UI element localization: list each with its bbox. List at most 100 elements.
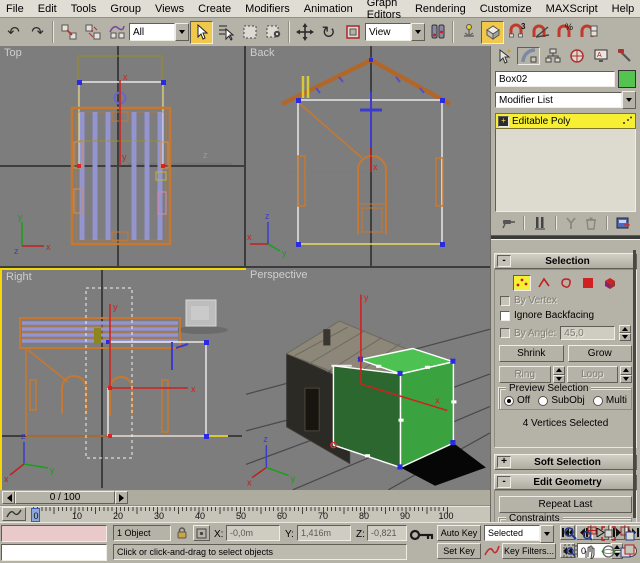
redo-icon[interactable]: ↷ bbox=[26, 21, 49, 44]
menu-edit[interactable]: Edit bbox=[38, 3, 57, 15]
menu-animation[interactable]: Animation bbox=[304, 3, 353, 15]
menu-tools[interactable]: Tools bbox=[71, 3, 97, 15]
time-slider-track[interactable]: 0 / 100 bbox=[0, 490, 490, 506]
remove-modifier-icon[interactable] bbox=[584, 215, 598, 231]
subobject-element-icon[interactable] bbox=[601, 275, 619, 291]
angle-snap-protractor-icon[interactable] bbox=[529, 21, 552, 44]
repeat-last-button[interactable]: Repeat Last bbox=[499, 496, 632, 513]
by-angle-checkbox[interactable] bbox=[500, 328, 510, 338]
dropdown-arrow-icon[interactable] bbox=[411, 23, 425, 41]
preview-subobj-radio[interactable] bbox=[538, 395, 549, 406]
menu-graph-editors[interactable]: Graph Editors bbox=[367, 0, 401, 21]
viewport-right-label[interactable]: Right bbox=[6, 271, 32, 283]
ring-button[interactable]: Ring bbox=[499, 366, 551, 383]
viewport-back-label[interactable]: Back bbox=[250, 47, 274, 59]
viewport-back[interactable]: Back x z x y bbox=[246, 46, 490, 266]
menu-file[interactable]: File bbox=[6, 3, 24, 15]
prev-frame-arrow-icon[interactable] bbox=[2, 491, 15, 504]
subobject-vertex-icon[interactable] bbox=[512, 275, 531, 291]
time-slider[interactable]: 0 / 100 bbox=[2, 491, 128, 504]
rectangular-selection-region-icon[interactable] bbox=[238, 21, 261, 44]
tab-motion-icon[interactable] bbox=[565, 47, 588, 65]
modifier-stack-item-editable-poly[interactable]: + Editable Poly bbox=[495, 113, 636, 129]
rollout-edit-geometry-header[interactable]: - Edit Geometry bbox=[494, 474, 637, 490]
select-and-move-icon[interactable] bbox=[293, 21, 316, 44]
menu-help[interactable]: Help bbox=[612, 3, 635, 15]
z-coord-field[interactable]: -0,821 bbox=[367, 525, 407, 541]
zoom-icon[interactable] bbox=[563, 526, 578, 541]
menu-rendering[interactable]: Rendering bbox=[415, 3, 466, 15]
select-by-name-icon[interactable] bbox=[214, 21, 237, 44]
set-keys-key-icon[interactable] bbox=[409, 527, 435, 545]
rollout-soft-selection-header[interactable]: + Soft Selection bbox=[494, 454, 637, 470]
modifier-stack-list[interactable] bbox=[495, 129, 636, 212]
viewport-perspective-label[interactable]: Perspective bbox=[250, 269, 307, 281]
select-and-link-icon[interactable] bbox=[57, 21, 80, 44]
collapse-icon[interactable]: - bbox=[497, 476, 511, 488]
default-tangent-icon[interactable] bbox=[484, 544, 500, 558]
selection-set-dropdown[interactable]: Selected bbox=[484, 525, 554, 543]
select-and-rotate-icon[interactable]: ↻ bbox=[317, 21, 340, 44]
zoom-extents-icon[interactable] bbox=[601, 526, 616, 541]
rollout-selection-header[interactable]: - Selection bbox=[494, 253, 637, 269]
absolute-mode-toggle-icon[interactable] bbox=[193, 525, 210, 541]
shrink-button[interactable]: Shrink bbox=[499, 345, 564, 362]
minmax-viewport-toggle-icon[interactable] bbox=[620, 544, 635, 559]
tab-hierarchy-icon[interactable] bbox=[541, 47, 564, 65]
preview-multi-radio[interactable] bbox=[592, 395, 603, 406]
undo-icon[interactable]: ↶ bbox=[2, 21, 25, 44]
menu-customize[interactable]: Customize bbox=[480, 3, 532, 15]
subobject-edge-icon[interactable] bbox=[535, 275, 553, 291]
menu-maxscript[interactable]: MAXScript bbox=[546, 3, 598, 15]
window-crossing-icon[interactable] bbox=[262, 21, 285, 44]
bind-to-space-warp-icon[interactable] bbox=[105, 21, 128, 44]
zoom-region-icon[interactable] bbox=[563, 544, 578, 559]
dropdown-arrow-icon[interactable] bbox=[622, 91, 636, 109]
zoom-all-icon[interactable] bbox=[582, 526, 597, 541]
select-object-icon[interactable] bbox=[190, 20, 213, 44]
pan-icon[interactable] bbox=[582, 544, 597, 559]
subobject-polygon-icon[interactable] bbox=[579, 275, 597, 291]
object-name-field[interactable]: Box02 bbox=[495, 71, 615, 87]
viewport-top[interactable]: Top z x y y x z bbox=[0, 46, 244, 266]
by-vertex-checkbox[interactable] bbox=[500, 295, 510, 306]
make-unique-icon[interactable] bbox=[564, 215, 578, 231]
selection-filter-dropdown[interactable]: All bbox=[129, 23, 189, 41]
grow-button[interactable]: Grow bbox=[567, 345, 632, 362]
arc-rotate-icon[interactable] bbox=[601, 544, 616, 559]
use-pivot-point-center-icon[interactable] bbox=[426, 21, 449, 44]
pin-stack-icon[interactable] bbox=[500, 215, 516, 231]
spinner-snap-toggle-icon[interactable] bbox=[577, 21, 600, 44]
selection-lock-icon[interactable] bbox=[175, 526, 189, 540]
x-coord-field[interactable]: -0,0m bbox=[226, 525, 280, 541]
tab-create-icon[interactable] bbox=[493, 47, 516, 65]
menu-group[interactable]: Group bbox=[110, 3, 141, 15]
dropdown-arrow-icon[interactable] bbox=[175, 23, 189, 41]
viewport-perspective[interactable]: Perspective y x z x y bbox=[246, 268, 490, 490]
viewport-right-active[interactable]: Right y x z x y bbox=[0, 268, 248, 494]
loop-button[interactable]: Loop bbox=[566, 366, 618, 383]
subobject-border-icon[interactable] bbox=[557, 275, 575, 291]
expand-icon[interactable]: + bbox=[497, 456, 511, 468]
viewport-top-label[interactable]: Top bbox=[4, 47, 22, 59]
menu-modifiers[interactable]: Modifiers bbox=[245, 3, 290, 15]
loop-spinner[interactable] bbox=[620, 366, 632, 383]
unlink-selection-icon[interactable] bbox=[81, 21, 104, 44]
track-bar[interactable]: 0 10 20 30 40 50 60 70 80 90 100 bbox=[0, 506, 490, 523]
expand-icon[interactable]: + bbox=[498, 115, 509, 127]
by-angle-spinner[interactable] bbox=[619, 325, 631, 341]
collapse-icon[interactable]: - bbox=[497, 255, 511, 267]
menu-views[interactable]: Views bbox=[155, 3, 184, 15]
auto-key-button[interactable]: Auto Key bbox=[437, 525, 481, 541]
snaps-toggle-icon[interactable] bbox=[481, 20, 504, 44]
object-color-swatch[interactable] bbox=[618, 70, 636, 88]
reference-coordsys-dropdown[interactable]: View bbox=[365, 23, 425, 41]
next-frame-arrow-icon[interactable] bbox=[115, 491, 128, 504]
percent-snap-toggle-icon[interactable]: % bbox=[553, 21, 576, 44]
tab-display-icon[interactable]: A bbox=[589, 47, 612, 65]
tab-utilities-icon[interactable] bbox=[613, 47, 636, 65]
tab-modify-icon[interactable] bbox=[517, 47, 540, 65]
by-angle-field[interactable]: 45,0 bbox=[560, 326, 615, 340]
modifier-list-dropdown[interactable]: Modifier List bbox=[495, 92, 622, 108]
zoom-extents-all-icon[interactable] bbox=[620, 526, 635, 541]
